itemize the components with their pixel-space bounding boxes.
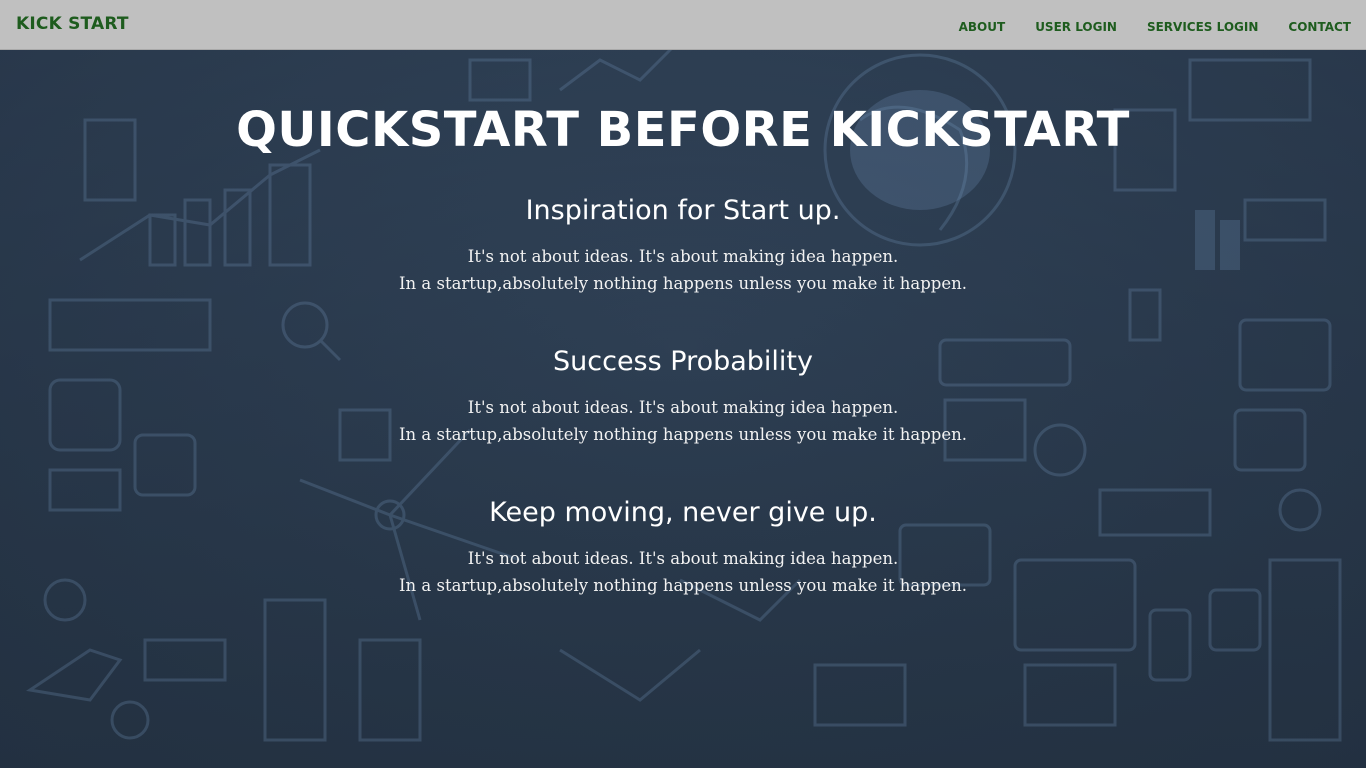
section-text-line-1: It's not about ideas. It's about making … bbox=[467, 549, 899, 568]
section-text-line-2: In a startup,absolutely nothing happens … bbox=[399, 274, 967, 293]
section-text-line-2: In a startup,absolutely nothing happens … bbox=[399, 425, 967, 444]
hero-content: QUICKSTART BEFORE KICKSTART Inspiration … bbox=[0, 50, 1366, 599]
nav-item-about: ABOUT bbox=[959, 18, 1006, 36]
section-inspiration: Inspiration for Start up. It's not about… bbox=[0, 195, 1366, 297]
nav-link-services-login[interactable]: SERVICES LOGIN bbox=[1147, 20, 1258, 34]
section-text-line-1: It's not about ideas. It's about making … bbox=[467, 247, 899, 266]
section-heading: Keep moving, never give up. bbox=[489, 497, 877, 528]
brand-logo-link[interactable]: KICK START bbox=[16, 14, 129, 34]
section-keep-moving: Keep moving, never give up. It's not abo… bbox=[0, 497, 1366, 599]
section-heading: Inspiration for Start up. bbox=[525, 195, 841, 226]
top-navbar: KICK START ABOUT USER LOGIN SERVICES LOG… bbox=[0, 0, 1366, 50]
section-text-line-2: In a startup,absolutely nothing happens … bbox=[399, 576, 967, 595]
section-text: It's not about ideas. It's about making … bbox=[0, 545, 1366, 599]
nav-link-about[interactable]: ABOUT bbox=[959, 20, 1006, 34]
nav-item-services-login: SERVICES LOGIN bbox=[1147, 18, 1258, 36]
section-text: It's not about ideas. It's about making … bbox=[0, 394, 1366, 448]
nav-links: ABOUT USER LOGIN SERVICES LOGIN CONTACT bbox=[959, 18, 1351, 36]
nav-item-contact: CONTACT bbox=[1288, 18, 1351, 36]
section-text-line-1: It's not about ideas. It's about making … bbox=[467, 398, 899, 417]
section-text: It's not about ideas. It's about making … bbox=[0, 243, 1366, 297]
nav-link-contact[interactable]: CONTACT bbox=[1288, 20, 1351, 34]
nav-item-user-login: USER LOGIN bbox=[1035, 18, 1117, 36]
hero-title: QUICKSTART BEFORE KICKSTART bbox=[236, 102, 1130, 158]
section-success-probability: Success Probability It's not about ideas… bbox=[0, 346, 1366, 448]
nav-link-user-login[interactable]: USER LOGIN bbox=[1035, 20, 1117, 34]
section-heading: Success Probability bbox=[553, 346, 813, 377]
